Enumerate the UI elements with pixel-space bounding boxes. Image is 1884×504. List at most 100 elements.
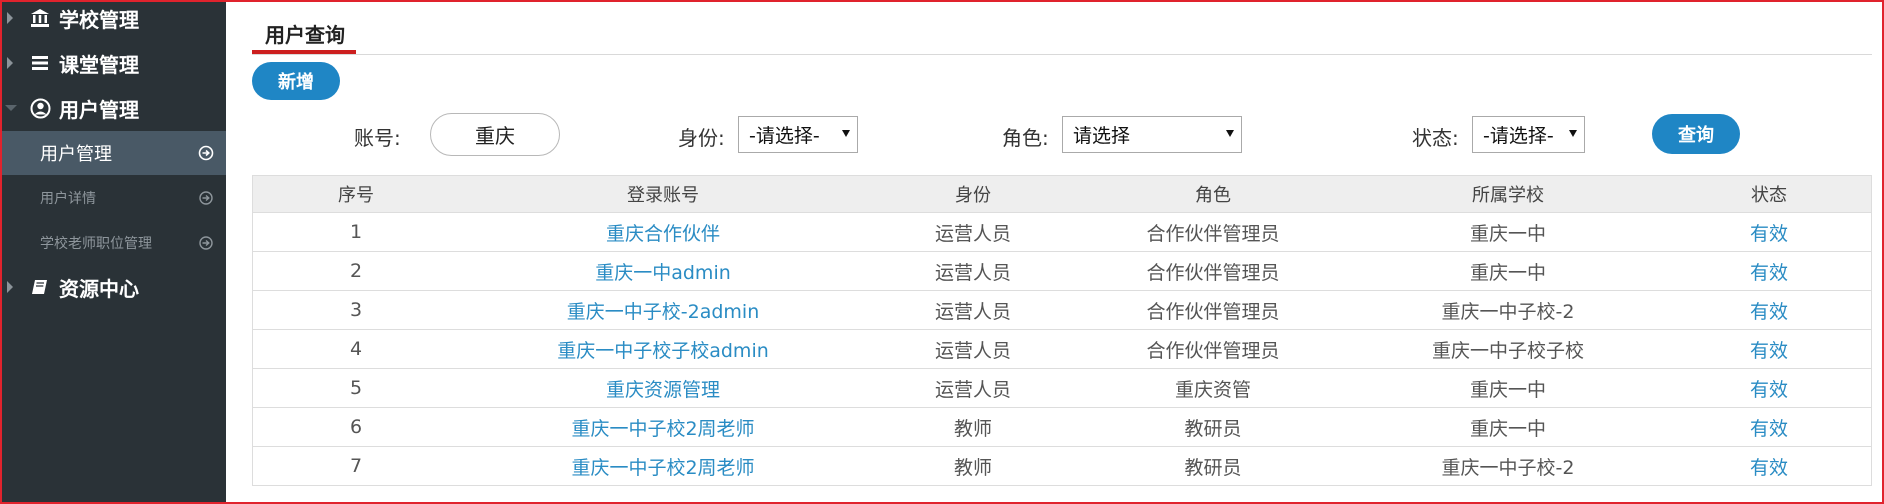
- role-cell: 教研员: [1184, 456, 1242, 479]
- account-link[interactable]: 重庆一中admin: [595, 252, 731, 290]
- identity-cell: 运营人员: [934, 339, 1012, 362]
- arrow-circle-right-icon: [198, 235, 214, 251]
- identity-cell: 运营人员: [934, 300, 1012, 323]
- row-index: 5: [349, 377, 363, 399]
- user-table: 序号 登录账号 身份 角色 所属学校 状态 1 重庆合作伙伴 运营人员 合作伙伴…: [252, 175, 1872, 486]
- table-row: 5 重庆资源管理 运营人员 重庆资管 重庆一中 有效: [252, 369, 1872, 408]
- book-icon: [29, 276, 51, 298]
- account-label: 账号:: [354, 126, 401, 150]
- role-label: 角色:: [1002, 126, 1049, 150]
- role-cell: 合作伙伴管理员: [1146, 261, 1280, 284]
- sidebar-group-label: 资源中心: [59, 276, 139, 301]
- role-select[interactable]: 请选择: [1062, 116, 1242, 153]
- table-row: 7 重庆一中子校2周老师 教师 教研员 重庆一中子校-2 有效: [252, 447, 1872, 486]
- table-row: 1 重庆合作伙伴 运营人员 合作伙伴管理员 重庆一中 有效: [252, 213, 1872, 252]
- tab-user-query[interactable]: 用户查询: [265, 19, 345, 48]
- row-index: 2: [349, 260, 363, 282]
- table-row: 3 重庆一中子校-2admin 运营人员 合作伙伴管理员 重庆一中子校-2 有效: [252, 291, 1872, 330]
- status-link[interactable]: 有效: [1750, 291, 1788, 329]
- sidebar-group-label: 课堂管理: [59, 52, 139, 77]
- sidebar-item-user-management[interactable]: 用户管理: [0, 131, 226, 175]
- identity-cell: 教师: [953, 417, 993, 440]
- dropdown-arrow-icon: [1569, 130, 1577, 137]
- row-index: 3: [349, 299, 363, 321]
- sidebar-item-label: 学校老师职位管理: [40, 236, 152, 252]
- role-select-value: 请选择: [1073, 125, 1131, 147]
- row-index: 1: [349, 221, 363, 243]
- dropdown-arrow-icon: [1226, 130, 1234, 137]
- role-cell: 合作伙伴管理员: [1146, 222, 1280, 245]
- role-cell: 重庆资管: [1174, 378, 1252, 401]
- sidebar-group-label: 用户管理: [59, 97, 139, 122]
- identity-select[interactable]: -请选择-: [738, 116, 858, 153]
- identity-cell: 运营人员: [934, 378, 1012, 401]
- school-cell: 重庆一中子校子校: [1431, 339, 1585, 362]
- sidebar-item-label: 用户详情: [40, 191, 96, 207]
- sidebar-group-users[interactable]: 用户管理: [0, 88, 226, 128]
- account-link[interactable]: 重庆一中子校子校admin: [557, 330, 769, 368]
- table-row: 4 重庆一中子校子校admin 运营人员 合作伙伴管理员 重庆一中子校子校 有效: [252, 330, 1872, 369]
- status-link[interactable]: 有效: [1750, 330, 1788, 368]
- sidebar-group-class[interactable]: 课堂管理: [0, 43, 226, 83]
- add-button[interactable]: 新增: [252, 62, 340, 100]
- arrow-circle-right-icon: [198, 145, 214, 161]
- identity-label: 身份:: [678, 126, 725, 150]
- status-link[interactable]: 有效: [1750, 447, 1788, 485]
- role-cell: 合作伙伴管理员: [1146, 339, 1280, 362]
- identity-cell: 运营人员: [934, 261, 1012, 284]
- arrow-circle-right-icon: [198, 190, 214, 206]
- role-cell: 合作伙伴管理员: [1146, 300, 1280, 323]
- role-cell: 教研员: [1184, 417, 1242, 440]
- caret-down-icon: [5, 105, 17, 111]
- identity-select-value: -请选择-: [749, 125, 820, 147]
- row-index: 7: [349, 455, 363, 477]
- school-cell: 重庆一中: [1469, 222, 1547, 245]
- status-link[interactable]: 有效: [1750, 408, 1788, 446]
- sidebar-group-resources[interactable]: 资源中心: [0, 267, 226, 307]
- account-link[interactable]: 重庆资源管理: [606, 369, 720, 407]
- school-cell: 重庆一中子校-2: [1441, 456, 1575, 479]
- column-header: 身份: [955, 185, 991, 206]
- sidebar: 学校管理 课堂管理 用户管理 用户管理 用户详情 学校老师职位管理 资源中心: [0, 0, 226, 504]
- account-link[interactable]: 重庆合作伙伴: [606, 213, 720, 251]
- sidebar-item-label: 用户管理: [40, 144, 112, 165]
- table-row: 2 重庆一中admin 运营人员 合作伙伴管理员 重庆一中 有效: [252, 252, 1872, 291]
- sidebar-group-school[interactable]: 学校管理: [0, 0, 226, 38]
- identity-cell: 教师: [953, 456, 993, 479]
- dropdown-arrow-icon: [842, 130, 850, 137]
- row-index: 4: [349, 338, 363, 360]
- column-header: 所属学校: [1472, 185, 1544, 206]
- column-header: 登录账号: [627, 185, 699, 206]
- account-link[interactable]: 重庆一中子校2周老师: [571, 408, 754, 446]
- status-select[interactable]: -请选择-: [1472, 116, 1585, 153]
- column-header: 序号: [338, 185, 374, 206]
- row-index: 6: [349, 416, 363, 438]
- school-cell: 重庆一中: [1469, 261, 1547, 284]
- status-link[interactable]: 有效: [1750, 369, 1788, 407]
- column-header: 状态: [1751, 185, 1787, 206]
- status-label: 状态:: [1412, 126, 1459, 150]
- status-select-value: -请选择-: [1483, 125, 1554, 147]
- caret-right-icon: [7, 12, 13, 24]
- table-header: 序号 登录账号 身份 角色 所属学校 状态: [252, 175, 1872, 213]
- school-cell: 重庆一中: [1469, 378, 1547, 401]
- caret-right-icon: [7, 281, 13, 293]
- account-link[interactable]: 重庆一中子校2周老师: [571, 447, 754, 485]
- column-header: 角色: [1195, 185, 1231, 206]
- bank-icon: [29, 7, 51, 29]
- account-input[interactable]: 重庆: [430, 113, 560, 156]
- search-button[interactable]: 查询: [1652, 114, 1740, 154]
- user-circle-icon: [29, 97, 51, 119]
- status-link[interactable]: 有效: [1750, 213, 1788, 251]
- account-link[interactable]: 重庆一中子校-2admin: [567, 291, 759, 329]
- tab-divider: [252, 54, 1872, 55]
- sidebar-item-user-details[interactable]: 用户详情: [0, 176, 226, 220]
- sidebar-group-label: 学校管理: [59, 7, 139, 32]
- sidebar-item-teacher-positions[interactable]: 学校老师职位管理: [0, 221, 226, 265]
- school-cell: 重庆一中子校-2: [1441, 300, 1575, 323]
- list-icon: [29, 52, 51, 74]
- school-cell: 重庆一中: [1469, 417, 1547, 440]
- caret-right-icon: [7, 57, 13, 69]
- identity-cell: 运营人员: [934, 222, 1012, 245]
- status-link[interactable]: 有效: [1750, 252, 1788, 290]
